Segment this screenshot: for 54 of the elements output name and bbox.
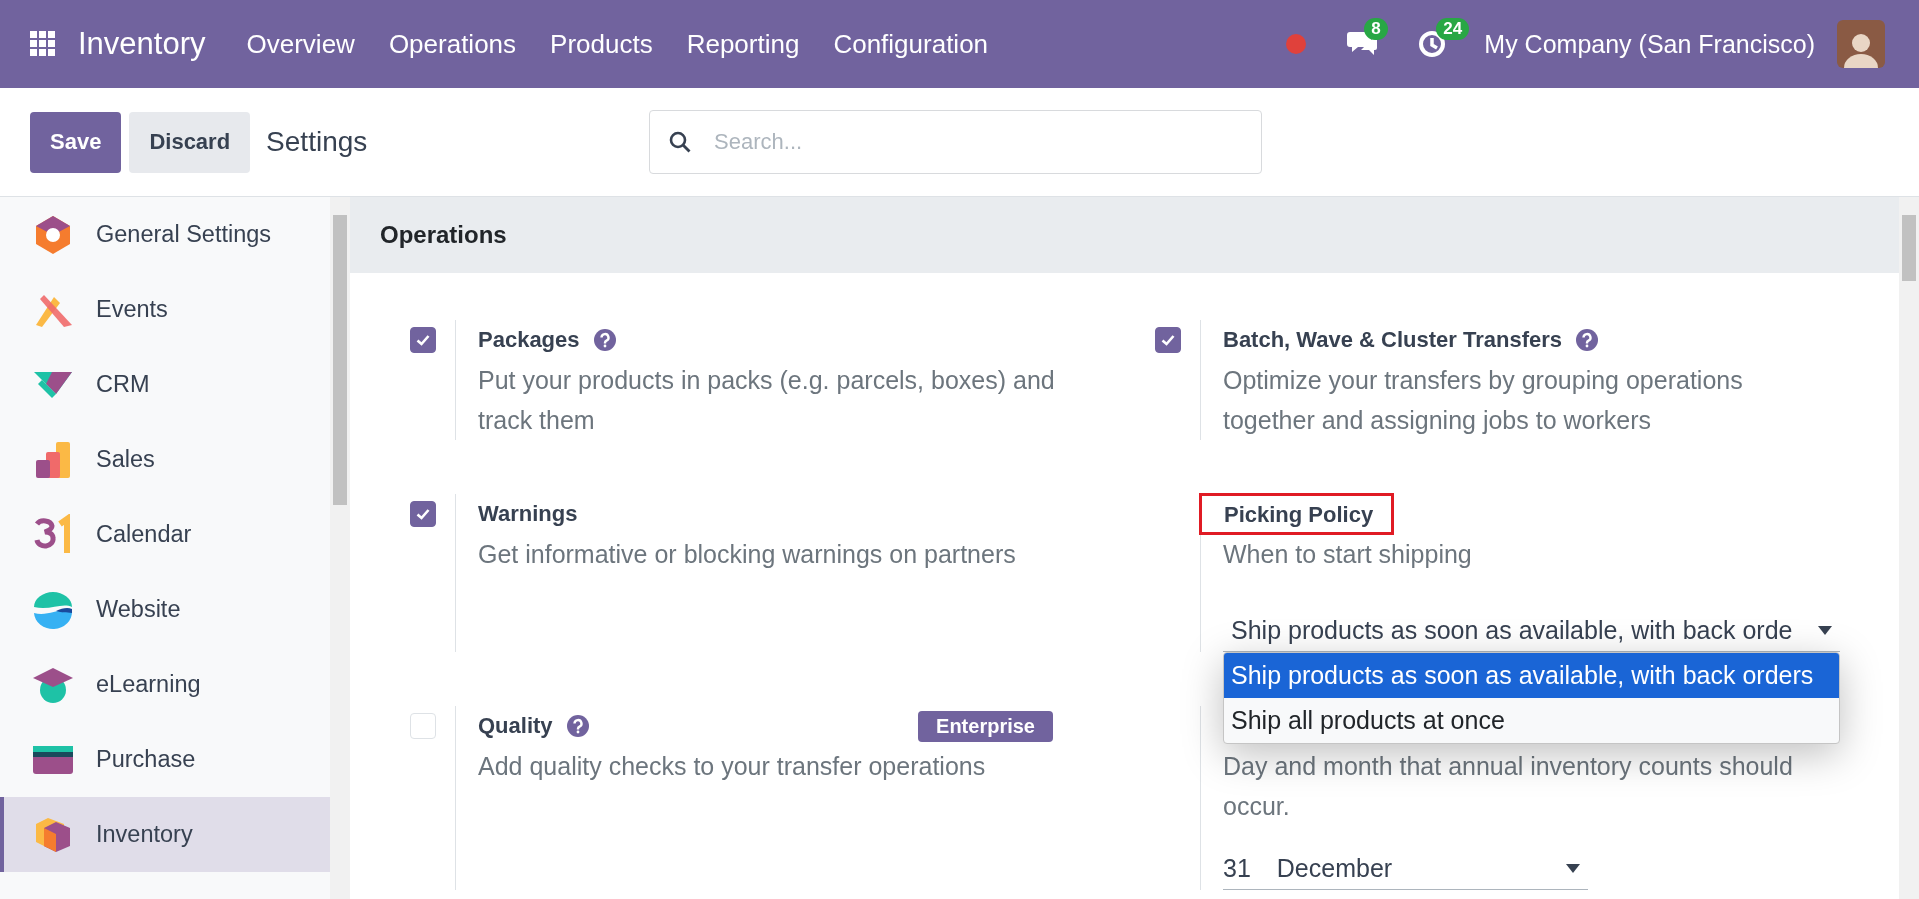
scrollbar[interactable] xyxy=(330,197,350,899)
setting-description: Add quality checks to your transfer operations xyxy=(478,751,987,782)
section-title: Operations xyxy=(350,197,1899,273)
setting-description: Optimize your transfers by grouping operations together and assigning jobs to workers xyxy=(1223,365,1744,436)
caret-icon xyxy=(1566,864,1580,873)
checkbox[interactable] xyxy=(1155,327,1181,353)
date-select[interactable]: 31 December xyxy=(1223,848,1588,890)
help-icon[interactable] xyxy=(593,329,616,351)
sidebar-item[interactable]: Events xyxy=(0,272,330,347)
checkbox[interactable] xyxy=(410,327,436,353)
apps-grid-icon[interactable] xyxy=(30,31,56,57)
setting-description: Get informative or blocking warnings on partners xyxy=(478,539,1017,570)
check-icon xyxy=(416,508,430,520)
enterprise-badge: Enterprise xyxy=(918,710,1053,742)
sidebar-item[interactable]: Purchase xyxy=(0,722,330,797)
sidebar-item[interactable]: CRM xyxy=(0,347,330,422)
menu-item[interactable]: Overview xyxy=(229,28,372,60)
help-icon[interactable] xyxy=(566,715,589,737)
save-button[interactable]: Save xyxy=(30,111,122,173)
setting-description: When to start shipping xyxy=(1223,539,1473,570)
caret-icon xyxy=(1818,626,1832,635)
sidebar-item[interactable]: eLearning xyxy=(0,647,330,722)
setting-description: Put your products in packs (e.g. parcels, boxes) and track them xyxy=(478,365,1056,436)
check-icon xyxy=(1161,334,1175,346)
setting-title: Packages xyxy=(478,327,580,353)
setting-title: Batch, Wave & Cluster Transfers xyxy=(1223,327,1563,353)
message-count: 8 xyxy=(1364,18,1388,40)
activity-count: 24 xyxy=(1436,18,1470,40)
help-icon[interactable] xyxy=(1576,329,1599,351)
scrollbar[interactable] xyxy=(1899,197,1919,899)
menu-item[interactable]: Operations xyxy=(371,28,534,60)
company-switcher[interactable]: My Company (San Francisco) xyxy=(1484,29,1815,59)
sidebar-item[interactable]: General Settings xyxy=(0,197,330,272)
setting-title: Warnings xyxy=(478,501,578,527)
menu-item[interactable]: Products xyxy=(533,28,670,60)
avatar[interactable] xyxy=(1837,20,1885,68)
setting-title: Quality xyxy=(478,713,553,739)
setting-description: Day and month that annual inventory counts should occur. xyxy=(1223,751,1794,822)
sidebar-item[interactable]: Sales xyxy=(0,422,330,497)
search-field[interactable]: Search... xyxy=(649,110,1263,174)
page-title: Settings xyxy=(266,126,369,158)
status-dot-icon[interactable] xyxy=(1286,34,1307,54)
checkbox[interactable] xyxy=(410,501,436,527)
app-name[interactable]: Inventory xyxy=(78,26,206,62)
dropdown-option[interactable]: Ship all products at once xyxy=(1224,698,1839,743)
menu-item[interactable]: Configuration xyxy=(816,28,1006,60)
setting-title: Picking Policy xyxy=(1224,502,1374,527)
menu-item[interactable]: Reporting xyxy=(669,28,817,60)
discard-button[interactable]: Discard xyxy=(129,111,251,173)
sidebar-item[interactable]: Inventory xyxy=(0,797,330,872)
dropdown-option[interactable]: Ship products as soon as available, with back orders xyxy=(1224,653,1839,698)
sidebar-item[interactable]: Calendar xyxy=(0,497,330,572)
check-icon xyxy=(416,334,430,346)
sidebar-item[interactable]: Website xyxy=(0,572,330,647)
